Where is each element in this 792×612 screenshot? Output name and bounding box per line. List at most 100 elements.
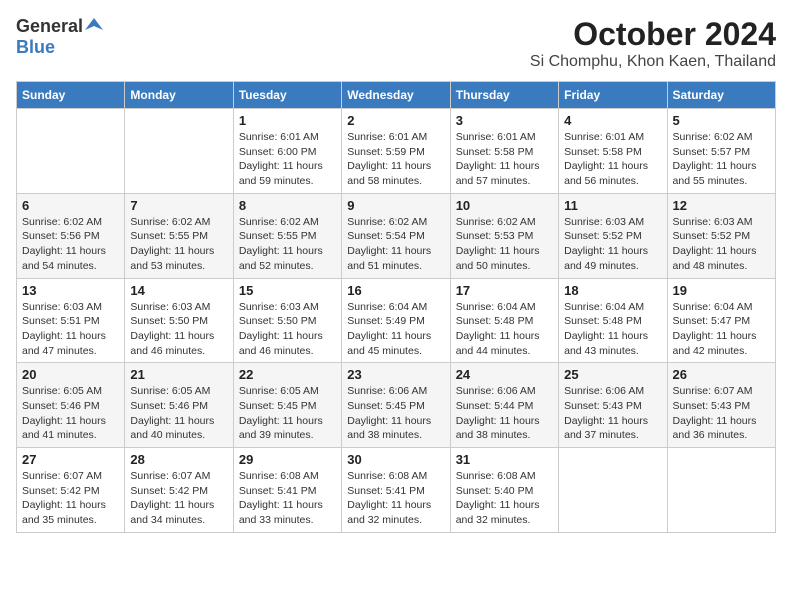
calendar-cell: 22 Sunrise: 6:05 AM Sunset: 5:45 PM Dayli… — [233, 363, 341, 448]
calendar-cell: 17Sunrise: 6:04 AM Sunset: 5:48 PM Dayli… — [450, 278, 558, 363]
calendar-week-2: 6 Sunrise: 6:02 AM Sunset: 5:56 PM Daylig… — [17, 193, 776, 278]
day-info: Sunrise: 6:08 AM Sunset: 5:41 PM Dayligh… — [347, 469, 444, 528]
day-number: 24 — [456, 367, 553, 382]
weekday-header-friday: Friday — [559, 82, 667, 109]
day-number: 8 — [239, 198, 336, 213]
day-number: 25 — [564, 367, 661, 382]
day-number: 11 — [564, 198, 661, 213]
day-info: Sunrise: 6:02 AM Sunset: 5:57 PM Dayligh… — [673, 130, 770, 189]
day-number: 1 — [239, 113, 336, 128]
day-info: Sunrise: 6:03 AM Sunset: 5:52 PM Dayligh… — [564, 215, 661, 274]
logo-bird-icon — [85, 16, 103, 34]
calendar-cell: 20 Sunrise: 6:05 AM Sunset: 5:46 PM Dayli… — [17, 363, 125, 448]
calendar-cell: 30 Sunrise: 6:08 AM Sunset: 5:41 PM Dayli… — [342, 448, 450, 533]
day-info: Sunrise: 6:04 AM Sunset: 5:48 PM Dayligh… — [564, 300, 661, 359]
day-info: Sunrise: 6:06 AM Sunset: 5:43 PM Dayligh… — [564, 384, 661, 443]
weekday-header-saturday: Saturday — [667, 82, 775, 109]
calendar-cell: 21 Sunrise: 6:05 AM Sunset: 5:46 PM Dayli… — [125, 363, 233, 448]
day-number: 6 — [22, 198, 119, 213]
day-number: 26 — [673, 367, 770, 382]
calendar-cell: 2 Sunrise: 6:01 AM Sunset: 5:59 PM Daylig… — [342, 109, 450, 194]
calendar-cell: 5 Sunrise: 6:02 AM Sunset: 5:57 PM Daylig… — [667, 109, 775, 194]
day-number: 7 — [130, 198, 227, 213]
weekday-header-sunday: Sunday — [17, 82, 125, 109]
calendar-cell: 3Sunrise: 6:01 AM Sunset: 5:58 PM Daylig… — [450, 109, 558, 194]
day-info: Sunrise: 6:03 AM Sunset: 5:50 PM Dayligh… — [239, 300, 336, 359]
day-number: 13 — [22, 283, 119, 298]
day-number: 10 — [456, 198, 553, 213]
day-number: 27 — [22, 452, 119, 467]
day-info: Sunrise: 6:02 AM Sunset: 5:56 PM Dayligh… — [22, 215, 119, 274]
day-info: Sunrise: 6:02 AM Sunset: 5:55 PM Dayligh… — [239, 215, 336, 274]
calendar-cell: 15 Sunrise: 6:03 AM Sunset: 5:50 PM Dayli… — [233, 278, 341, 363]
calendar-cell: 6 Sunrise: 6:02 AM Sunset: 5:56 PM Daylig… — [17, 193, 125, 278]
weekday-header-thursday: Thursday — [450, 82, 558, 109]
calendar-cell: 27 Sunrise: 6:07 AM Sunset: 5:42 PM Dayli… — [17, 448, 125, 533]
day-number: 19 — [673, 283, 770, 298]
calendar-cell: 26 Sunrise: 6:07 AM Sunset: 5:43 PM Dayli… — [667, 363, 775, 448]
calendar-cell: 14 Sunrise: 6:03 AM Sunset: 5:50 PM Dayli… — [125, 278, 233, 363]
calendar-cell — [667, 448, 775, 533]
day-info: Sunrise: 6:08 AM Sunset: 5:41 PM Dayligh… — [239, 469, 336, 528]
header-row: SundayMondayTuesdayWednesdayThursdayFrid… — [17, 82, 776, 109]
weekday-header-tuesday: Tuesday — [233, 82, 341, 109]
logo-general-text: General — [16, 16, 83, 37]
calendar-cell: 9 Sunrise: 6:02 AM Sunset: 5:54 PM Daylig… — [342, 193, 450, 278]
calendar-cell: 18Sunrise: 6:04 AM Sunset: 5:48 PM Dayli… — [559, 278, 667, 363]
logo-blue-text: Blue — [16, 37, 55, 57]
calendar-cell: 31 Sunrise: 6:08 AM Sunset: 5:40 PM Dayli… — [450, 448, 558, 533]
day-number: 15 — [239, 283, 336, 298]
calendar-cell: 25 Sunrise: 6:06 AM Sunset: 5:43 PM Dayli… — [559, 363, 667, 448]
location: Si Chomphu, Khon Kaen, Thailand — [530, 53, 776, 71]
day-info: Sunrise: 6:02 AM Sunset: 5:53 PM Dayligh… — [456, 215, 553, 274]
calendar-week-3: 13 Sunrise: 6:03 AM Sunset: 5:51 PM Dayli… — [17, 278, 776, 363]
day-info: Sunrise: 6:03 AM Sunset: 5:51 PM Dayligh… — [22, 300, 119, 359]
calendar-cell — [125, 109, 233, 194]
title-section: October 2024 Si Chomphu, Khon Kaen, Thai… — [530, 16, 776, 71]
day-info: Sunrise: 6:04 AM Sunset: 5:49 PM Dayligh… — [347, 300, 444, 359]
page-header: General Blue October 2024 Si Chomphu, Kh… — [16, 16, 776, 71]
day-info: Sunrise: 6:07 AM Sunset: 5:42 PM Dayligh… — [22, 469, 119, 528]
day-number: 5 — [673, 113, 770, 128]
calendar-cell: 13 Sunrise: 6:03 AM Sunset: 5:51 PM Dayli… — [17, 278, 125, 363]
day-info: Sunrise: 6:06 AM Sunset: 5:44 PM Dayligh… — [456, 384, 553, 443]
day-info: Sunrise: 6:07 AM Sunset: 5:43 PM Dayligh… — [673, 384, 770, 443]
day-number: 2 — [347, 113, 444, 128]
day-number: 16 — [347, 283, 444, 298]
calendar-cell: 8 Sunrise: 6:02 AM Sunset: 5:55 PM Daylig… — [233, 193, 341, 278]
weekday-header-monday: Monday — [125, 82, 233, 109]
calendar-table: SundayMondayTuesdayWednesdayThursdayFrid… — [16, 81, 776, 533]
day-info: Sunrise: 6:01 AM Sunset: 5:59 PM Dayligh… — [347, 130, 444, 189]
day-number: 21 — [130, 367, 227, 382]
day-info: Sunrise: 6:05 AM Sunset: 5:46 PM Dayligh… — [22, 384, 119, 443]
calendar-cell: 7 Sunrise: 6:02 AM Sunset: 5:55 PM Daylig… — [125, 193, 233, 278]
day-number: 29 — [239, 452, 336, 467]
calendar-cell: 16 Sunrise: 6:04 AM Sunset: 5:49 PM Dayli… — [342, 278, 450, 363]
calendar-week-1: 1Sunrise: 6:01 AM Sunset: 6:00 PM Daylig… — [17, 109, 776, 194]
day-info: Sunrise: 6:02 AM Sunset: 5:55 PM Dayligh… — [130, 215, 227, 274]
calendar-cell — [17, 109, 125, 194]
day-number: 9 — [347, 198, 444, 213]
day-number: 20 — [22, 367, 119, 382]
calendar-cell: 1Sunrise: 6:01 AM Sunset: 6:00 PM Daylig… — [233, 109, 341, 194]
day-info: Sunrise: 6:07 AM Sunset: 5:42 PM Dayligh… — [130, 469, 227, 528]
logo: General Blue — [16, 16, 103, 58]
calendar-week-4: 20 Sunrise: 6:05 AM Sunset: 5:46 PM Dayli… — [17, 363, 776, 448]
day-number: 3 — [456, 113, 553, 128]
month-title: October 2024 — [530, 16, 776, 53]
calendar-cell: 28Sunrise: 6:07 AM Sunset: 5:42 PM Dayli… — [125, 448, 233, 533]
day-number: 22 — [239, 367, 336, 382]
day-number: 31 — [456, 452, 553, 467]
day-info: Sunrise: 6:02 AM Sunset: 5:54 PM Dayligh… — [347, 215, 444, 274]
day-info: Sunrise: 6:03 AM Sunset: 5:52 PM Dayligh… — [673, 215, 770, 274]
calendar-cell: 24 Sunrise: 6:06 AM Sunset: 5:44 PM Dayli… — [450, 363, 558, 448]
day-info: Sunrise: 6:05 AM Sunset: 5:45 PM Dayligh… — [239, 384, 336, 443]
day-info: Sunrise: 6:04 AM Sunset: 5:47 PM Dayligh… — [673, 300, 770, 359]
day-number: 12 — [673, 198, 770, 213]
day-info: Sunrise: 6:05 AM Sunset: 5:46 PM Dayligh… — [130, 384, 227, 443]
day-number: 14 — [130, 283, 227, 298]
calendar-cell — [559, 448, 667, 533]
day-info: Sunrise: 6:03 AM Sunset: 5:50 PM Dayligh… — [130, 300, 227, 359]
day-info: Sunrise: 6:08 AM Sunset: 5:40 PM Dayligh… — [456, 469, 553, 528]
day-number: 30 — [347, 452, 444, 467]
